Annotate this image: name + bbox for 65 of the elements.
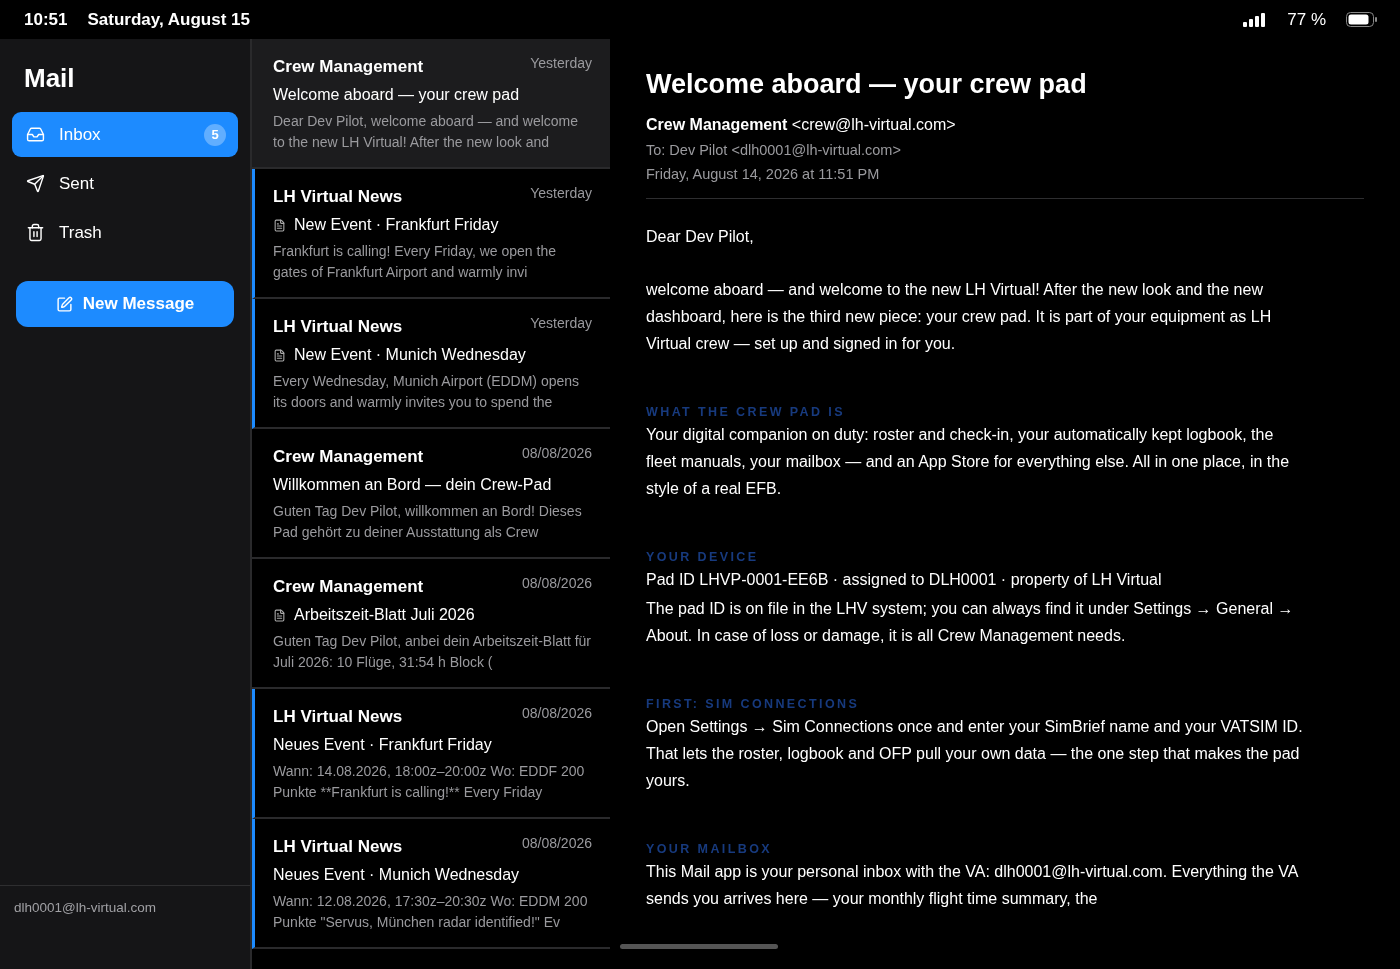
message-date: 08/08/2026 (521, 445, 592, 461)
message-subject: Welcome aboard — your crew pad (273, 86, 520, 104)
message-date: 08/08/2026 (521, 835, 592, 851)
email-paragraph: welcome aboard — and welcome to the new LH Virtual! After the new look and the new dashboard, here is the third new piece: your crew pad. It is part of your equipment as LH Virtual crew — set up and signed in for you. (646, 280, 1273, 354)
message-item[interactable]: LH Virtual News 08/08/2026 Neues Event · Frankfurt Friday Wann: 14.08.2026, 18:00z–20:00z Wo: EDDF 200 Punkte **Frankfurt is calling!** Every Friday (252, 689, 610, 819)
message-date: Yesterday (530, 185, 592, 201)
message-item[interactable]: LH Virtual News Yesterday New Event · Munich Wednesday Every Wednesday, Munich Airport (EDDM) opens its doors and warmly invites you to spend the (252, 299, 610, 429)
message-sender: Crew Management (273, 447, 424, 467)
status-date: Saturday, August 15 (87, 9, 250, 30)
sidebar-label: Sent (59, 173, 95, 194)
email-paragraph: Your digital companion on duty: roster and check-in, your automatically kept logbook, the fleet manuals, your mailbox — and an App Store for everything else. All in one place, in the style of a real EFB. (646, 425, 1291, 499)
compose-icon (55, 295, 73, 313)
message-subject: New Event · Munich Wednesday (294, 346, 526, 364)
message-sender: LH Virtual News (273, 317, 403, 337)
message-sender: Crew Management (273, 57, 424, 77)
email-paragraph: The pad ID is on file in the LHV system; you can always find it under Settings → General → About. In case of loss or damage, it is all Crew Management needs. (646, 599, 1295, 646)
email-greeting: Dear Dev Pilot, (646, 227, 755, 247)
message-sender: LH Virtual News (273, 707, 403, 727)
account-address: dlh0001@lh-virtual.com (0, 885, 250, 969)
message-preview: Dear Dev Pilot, welcome aboard — and welcome to the new LH Virtual! After the new look and (273, 112, 580, 152)
signal-icon (1243, 12, 1268, 27)
email-subject: Welcome aboard — your crew pad (646, 69, 1088, 100)
email-paragraph: This Mail app is your personal inbox with the VA: dlh0001@lh-virtual.com. Everything the VA sends you arrives here — your monthly flight time summary, the (646, 862, 1300, 909)
section-heading: WHAT THE CREW PAD IS (646, 405, 846, 419)
message-preview: Wann: 14.08.2026, 18:00z–20:00z Wo: EDDF 200 Punkte **Frankfurt is calling!** Every Friday (273, 762, 586, 802)
email-sender: Crew Management <crew@lh-virtual.com> (646, 116, 957, 134)
message-preview: Wann: 12.08.2026, 17:30z–20:30z Wo: EDDM 200 Punkte "Servus, München radar identified!" Ev (273, 892, 589, 932)
message-date: Yesterday (530, 315, 592, 331)
section-heading: YOUR DEVICE (646, 550, 760, 564)
message-subject: New Event · Frankfurt Friday (294, 216, 499, 234)
message-date: 08/08/2026 (521, 705, 592, 721)
message-sender: Crew Management (273, 577, 424, 597)
sidebar-label: Trash (59, 222, 103, 243)
message-subject: Willkommen an Bord — dein Crew-Pad (273, 476, 552, 494)
message-preview: Guten Tag Dev Pilot, willkommen an Bord! Dieses Pad gehört zu deiner Ausstattung als Crew (273, 502, 583, 542)
unread-count: 5 (204, 123, 226, 146)
battery-percentage: 77 % (1287, 9, 1326, 30)
message-item[interactable]: LH Virtual News 08/08/2026 Neues Event · Munich Wednesday Wann: 12.08.2026, 17:30z–20:30z Wo: EDDM 200 Punkte "Servus, München radar identified!" Ev (252, 819, 610, 949)
message-preview: Frankfurt is calling! Every Friday, we open the gates of Frankfurt Airport and warmly invi (273, 242, 557, 282)
message-item[interactable]: Crew Management Yesterday Welcome aboard — your crew pad Dear Dev Pilot, welcome aboard — and welcome to the new LH Virtual! After the new look and (252, 39, 610, 169)
section-heading: FIRST: SIM CONNECTIONS (646, 697, 861, 711)
battery-icon (1346, 12, 1378, 27)
sidebar-item[interactable]: Sent (12, 161, 238, 206)
email-paragraph: Pad ID LHVP-0001-EE6B · assigned to DLH0001 · property of LH Virtual (646, 570, 1163, 590)
message-preview: Guten Tag Dev Pilot, anbei dein Arbeitszeit-Blatt für Juli 2026: 10 Flüge, 31:54 h Block ( (273, 632, 592, 672)
email-date: Friday, August 14, 2026 at 11:51 PM (646, 166, 881, 182)
section-heading: YOUR MAILBOX (646, 842, 774, 856)
trash-icon (26, 223, 45, 242)
sidebar-label: Inbox (59, 124, 102, 145)
message-sender: LH Virtual News (273, 187, 403, 207)
message-preview: Every Wednesday, Munich Airport (EDDM) opens its doors and warmly invites you to spend the (273, 372, 581, 412)
email-recipient: To: Dev Pilot <dlh0001@lh-virtual.com> (646, 142, 902, 158)
sidebar-item[interactable]: Trash (12, 210, 238, 255)
app-title: Mail (24, 63, 76, 94)
message-item[interactable]: LH Virtual News Yesterday New Event · Frankfurt Friday Frankfurt is calling! Every Friday, we open the gates of Frankfurt Airport and warmly invi (252, 169, 610, 299)
message-date: 08/08/2026 (521, 575, 592, 591)
message-sender: LH Virtual News (273, 837, 403, 857)
status-time: 10:51 (24, 9, 68, 30)
inbox-icon (26, 125, 45, 144)
message-subject: Arbeitszeit-Blatt Juli 2026 (294, 606, 475, 624)
message-subject: Neues Event · Frankfurt Friday (273, 736, 492, 754)
message-date: Yesterday (530, 55, 592, 71)
email-paragraph: Open Settings → Sim Connections once and enter your SimBrief name and your VATSIM ID. That lets the roster, logbook and OFP pull your own data — the one step that makes the pad yours. (646, 717, 1304, 791)
sent-icon (26, 174, 45, 193)
message-subject: Neues Event · Munich Wednesday (273, 866, 520, 884)
